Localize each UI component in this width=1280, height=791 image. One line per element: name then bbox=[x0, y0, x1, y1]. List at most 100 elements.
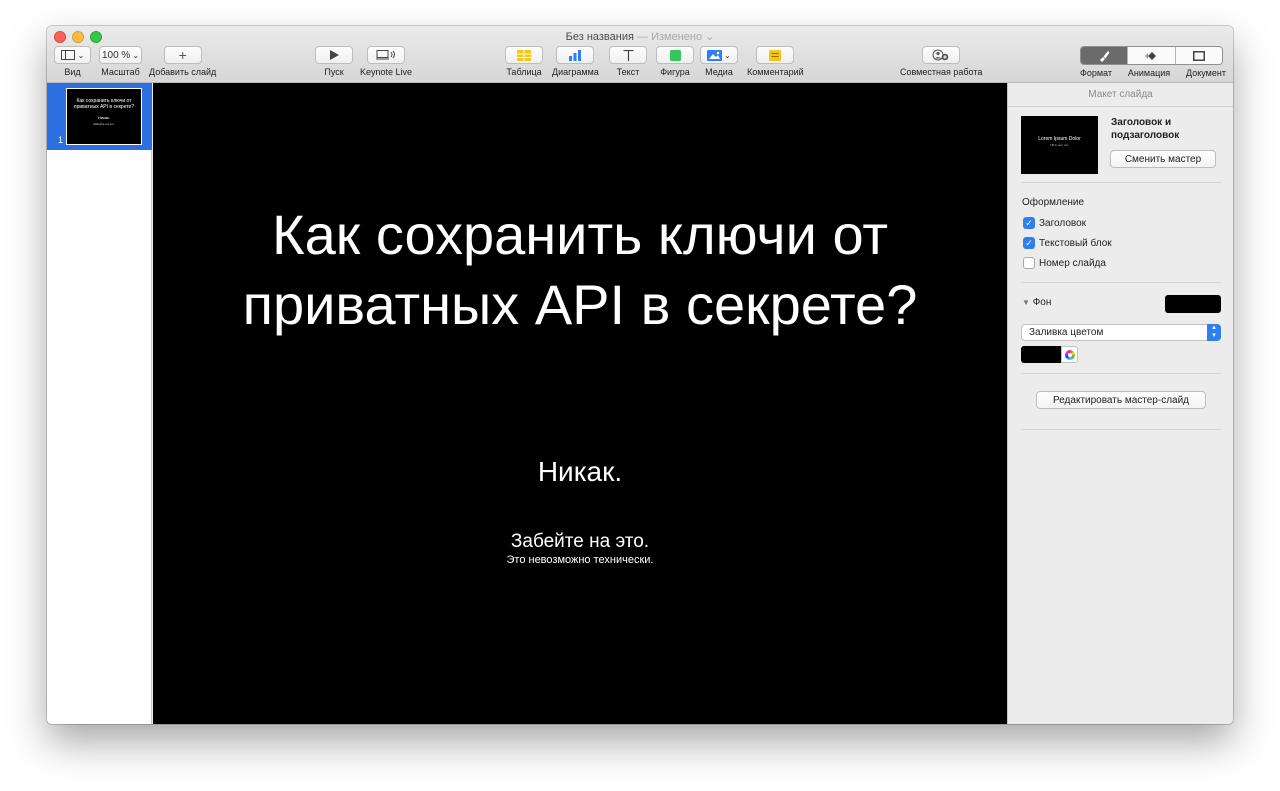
body-checkbox[interactable]: ✓ Текстовый блок bbox=[1023, 237, 1112, 249]
master-name: Заголовок и подзаголовок bbox=[1111, 117, 1180, 141]
keynote-window: Без названия — Изменено ⌄ ⌄ Вид 100 % ⌄ … bbox=[47, 26, 1233, 724]
document-rect-icon bbox=[1192, 50, 1205, 61]
body-checkbox-label: Текстовый блок bbox=[1039, 237, 1112, 249]
fill-color-swatch[interactable] bbox=[1021, 346, 1061, 363]
text-icon bbox=[623, 49, 633, 61]
document-label: Документ bbox=[1186, 68, 1226, 78]
tab-format[interactable] bbox=[1081, 47, 1128, 64]
thumbnail-body: Забейте на это. bbox=[93, 122, 115, 126]
media-label: Медиа bbox=[705, 67, 733, 77]
slide-body-line-2[interactable]: Это невозможно технически. bbox=[153, 554, 1007, 566]
chevron-down-icon: ⌄ bbox=[132, 50, 140, 60]
slide-number-checkbox-label: Номер слайда bbox=[1039, 257, 1106, 269]
divider bbox=[1021, 373, 1221, 374]
fill-type-select[interactable]: Заливка цветом ▴ ▾ bbox=[1021, 324, 1221, 341]
text-button[interactable] bbox=[609, 46, 647, 64]
fill-type-value: Заливка цветом bbox=[1029, 327, 1104, 338]
table-label: Таблица bbox=[506, 67, 542, 77]
sidebar-layout-icon bbox=[60, 50, 75, 60]
title-separator: — bbox=[637, 31, 649, 43]
change-master-button[interactable]: Сменить мастер bbox=[1110, 150, 1216, 168]
toolbar-shape[interactable]: Фигура bbox=[656, 46, 694, 77]
toolbar-collaborate[interactable]: Совместная работа bbox=[900, 46, 982, 77]
window-title: Без названия — Изменено ⌄ bbox=[47, 30, 1233, 43]
slide-title[interactable]: Как сохранить ключи от приватных API в с… bbox=[153, 200, 1007, 340]
shape-button[interactable] bbox=[656, 46, 694, 64]
zoom-select[interactable]: 100 % ⌄ bbox=[99, 46, 142, 64]
add-slide-button[interactable]: + bbox=[163, 46, 202, 64]
chart-label: Диаграмма bbox=[552, 67, 599, 77]
zoom-value: 100 % bbox=[101, 49, 131, 61]
shape-icon bbox=[669, 49, 681, 61]
slide-number-checkbox[interactable]: Номер слайда bbox=[1023, 257, 1106, 269]
divider bbox=[1021, 282, 1221, 283]
media-button[interactable]: ⌄ bbox=[700, 46, 738, 64]
toolbar-comment[interactable]: Комментарий bbox=[747, 46, 804, 77]
disclosure-triangle-icon: ▼ bbox=[1022, 298, 1030, 307]
keynote-live-label: Keynote Live bbox=[360, 67, 413, 77]
toolbar-media[interactable]: ⌄ Медиа bbox=[700, 46, 738, 77]
zoom-label: Масштаб bbox=[101, 67, 140, 77]
slide-canvas[interactable]: Как сохранить ключи от приватных API в с… bbox=[153, 83, 1007, 724]
slide-thumbnail[interactable]: Как сохранить ключи от приватных API в с… bbox=[66, 88, 142, 145]
document-name[interactable]: Без названия bbox=[566, 31, 634, 43]
toolbar-play[interactable]: Пуск bbox=[315, 46, 353, 77]
play-label: Пуск bbox=[324, 67, 344, 77]
chevron-down-icon[interactable]: ⌄ bbox=[705, 31, 714, 43]
format-inspector: Макет слайда Lorem Ipsum Dolor Nibh sem … bbox=[1007, 83, 1233, 724]
image-icon bbox=[707, 49, 723, 61]
bar-chart-icon bbox=[569, 49, 582, 61]
edit-master-button[interactable]: Редактировать мастер-слайд bbox=[1036, 391, 1206, 409]
inspector-tabs bbox=[1080, 46, 1223, 65]
slide-body-line-1[interactable]: Забейте на это. bbox=[153, 531, 1007, 553]
inspector-header: Макет слайда bbox=[1008, 83, 1233, 107]
text-label: Текст bbox=[616, 67, 640, 77]
toolbar-chart[interactable]: Диаграмма bbox=[552, 46, 599, 77]
master-thumb-title: Lorem Ipsum Dolor bbox=[1038, 136, 1081, 142]
thumbnail-subtitle: Никак. bbox=[97, 115, 111, 120]
checkmark-icon: ✓ bbox=[1023, 217, 1035, 229]
table-icon bbox=[517, 49, 531, 61]
view-button[interactable]: ⌄ bbox=[54, 46, 91, 64]
edited-status: Изменено bbox=[651, 31, 703, 43]
background-color-well[interactable] bbox=[1165, 295, 1221, 313]
chart-button[interactable] bbox=[556, 46, 595, 64]
toolbar-table[interactable]: Таблица bbox=[505, 46, 543, 77]
master-thumb-subtitle: Nibh sem nec bbox=[1050, 143, 1069, 147]
color-wheel-button[interactable] bbox=[1061, 346, 1078, 363]
collaborate-button[interactable] bbox=[922, 46, 961, 64]
tab-document[interactable] bbox=[1174, 47, 1222, 64]
play-icon bbox=[329, 50, 339, 60]
toolbar-keynote-live[interactable]: Keynote Live bbox=[360, 46, 412, 77]
shape-label: Фигура bbox=[660, 67, 690, 77]
toolbar-text[interactable]: Текст bbox=[609, 46, 647, 77]
toolbar-view[interactable]: ⌄ Вид bbox=[54, 46, 91, 77]
inspector-tab-labels: Формат Анимация Документ bbox=[1080, 68, 1226, 78]
broadcast-display-icon bbox=[376, 50, 396, 60]
toolbar-zoom[interactable]: 100 % ⌄ Масштаб bbox=[99, 46, 142, 77]
title-checkbox[interactable]: ✓ Заголовок bbox=[1023, 217, 1086, 229]
background-section-toggle[interactable]: ▼ Фон bbox=[1022, 297, 1051, 308]
table-button[interactable] bbox=[505, 46, 543, 64]
toolbar-add-slide[interactable]: + Добавить слайд bbox=[149, 46, 216, 77]
slide-subtitle[interactable]: Никак. bbox=[153, 456, 1007, 488]
add-slide-label: Добавить слайд bbox=[149, 67, 217, 77]
slide-number: 1 bbox=[58, 135, 64, 145]
tab-animate[interactable] bbox=[1127, 47, 1175, 64]
comment-button[interactable] bbox=[756, 46, 795, 64]
checkmark-icon: ✓ bbox=[1023, 237, 1035, 249]
keynote-live-button[interactable] bbox=[367, 46, 406, 64]
slide-navigator: 1 Как сохранить ключи от приватных API в… bbox=[47, 83, 152, 724]
collaborate-icon bbox=[932, 49, 949, 61]
paintbrush-icon bbox=[1100, 50, 1110, 62]
divider bbox=[1021, 182, 1221, 183]
animate-label: Анимация bbox=[1127, 68, 1171, 78]
updown-arrows-icon: ▴ ▾ bbox=[1207, 324, 1221, 341]
comment-note-icon bbox=[769, 49, 782, 61]
background-title: Фон bbox=[1032, 297, 1052, 308]
play-button[interactable] bbox=[315, 46, 353, 64]
master-thumbnail[interactable]: Lorem Ipsum Dolor Nibh sem nec bbox=[1021, 116, 1098, 174]
slide-thumbnail-row[interactable]: 1 Как сохранить ключи от приватных API в… bbox=[47, 83, 152, 150]
color-wheel-icon bbox=[1065, 350, 1075, 360]
appearance-title: Оформление bbox=[1022, 197, 1085, 208]
